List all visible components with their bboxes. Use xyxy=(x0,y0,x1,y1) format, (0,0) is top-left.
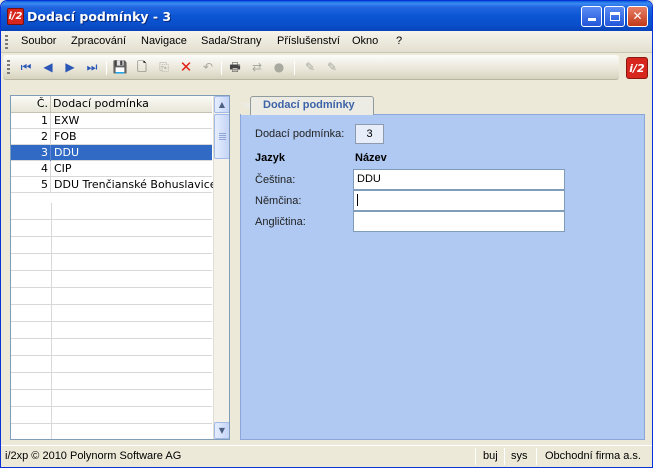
brand-logo: i/2 xyxy=(626,57,648,79)
condition-id-label: Dodací podmínka: xyxy=(255,128,345,140)
german-name-input[interactable] xyxy=(353,190,565,211)
first-record-icon[interactable]: ⏮ xyxy=(17,59,35,77)
tab-dodaci-podminky[interactable]: Dodací podmínky xyxy=(250,96,374,115)
status-separator xyxy=(536,448,537,465)
row-name: FOB xyxy=(54,130,77,143)
status-company: Obchodní firma a.s. xyxy=(545,450,641,462)
status-separator xyxy=(504,448,505,465)
close-icon: ✕ xyxy=(632,9,643,23)
grid-column-divider xyxy=(51,203,52,439)
new-record-icon[interactable]: 🗋 xyxy=(133,59,151,77)
tab-label: Dodací podmínky xyxy=(263,99,355,111)
close-button[interactable]: ✕ xyxy=(627,6,648,27)
row-number: 5 xyxy=(11,177,51,193)
status-database: sys xyxy=(511,450,528,462)
status-separator xyxy=(475,448,476,465)
previous-record-icon[interactable]: ◀ xyxy=(39,59,57,77)
czech-name-input[interactable]: DDU xyxy=(353,169,565,190)
edit-icon[interactable]: ✎ xyxy=(301,59,319,77)
menu-navigace[interactable]: Navigace xyxy=(141,35,187,47)
grid-rows: 1 EXW 2 FOB 3 DDU 4 CIP 5 DDU Trenčiansk… xyxy=(11,113,217,193)
app-logo-icon[interactable]: i/2 xyxy=(7,8,24,25)
thumb-grip-icon xyxy=(219,133,226,140)
status-user: buj xyxy=(483,450,498,462)
menu-sada-strany[interactable]: Sada/Strany xyxy=(201,35,262,47)
menu-bar: Soubor Zpracování Navigace Sada/Strany P… xyxy=(1,31,652,53)
menu-prislusenstvi[interactable]: Příslušenství xyxy=(277,35,340,47)
next-record-icon[interactable]: ▶ xyxy=(61,59,79,77)
grid-empty-rows[interactable] xyxy=(11,203,212,439)
row-number: 4 xyxy=(11,161,51,177)
row-number: 2 xyxy=(11,129,51,145)
menu-soubor[interactable]: Soubor xyxy=(21,35,56,47)
maximize-icon xyxy=(609,12,620,21)
toolbar-separator xyxy=(221,61,222,75)
link-icon[interactable]: ⇄ xyxy=(248,59,266,77)
toolbar-separator xyxy=(294,61,295,75)
detail-panel xyxy=(240,114,645,440)
save-icon[interactable]: 💾 xyxy=(111,59,129,77)
scroll-down-button[interactable]: ▼ xyxy=(214,422,229,439)
condition-id-field: 3 xyxy=(355,124,384,144)
toolbar-grip-handle[interactable] xyxy=(7,60,10,74)
minimize-icon xyxy=(587,18,596,21)
status-bar: i/2xp © 2010 Polynorm Software AG buj sy… xyxy=(1,445,652,467)
title-bar[interactable]: i/2 Dodací podmínky - 3 ✕ xyxy=(1,1,652,31)
chevron-up-icon: ▲ xyxy=(218,100,226,109)
menu-help[interactable]: ? xyxy=(396,35,402,47)
row-name: EXW xyxy=(54,114,80,127)
window-title: Dodací podmínky - 3 xyxy=(27,9,172,24)
conditions-grid: Č. Dodací podmínka 1 EXW 2 FOB 3 DDU 4 C… xyxy=(10,95,230,440)
grid-vertical-scrollbar[interactable]: ▲ ▼ xyxy=(213,96,229,439)
text-cursor xyxy=(357,194,358,207)
column-header-number[interactable]: Č. xyxy=(11,96,51,113)
application-window: i/2 Dodací podmínky - 3 ✕ Soubor Zpracov… xyxy=(0,0,653,468)
toolbar-strip: ⏮ ◀ ▶ ⏭ 💾 🗋 ⎘ ✕ ↶ 🖶 ⇄ ● ✎ ✎ xyxy=(3,55,619,80)
table-row[interactable]: 4 CIP xyxy=(11,161,212,177)
table-row[interactable]: 5 DDU Trenčianské Bohuslavice xyxy=(11,177,217,193)
column-language-heading: Jazyk xyxy=(255,152,285,164)
english-name-input[interactable] xyxy=(353,211,565,232)
status-copyright: i/2xp © 2010 Polynorm Software AG xyxy=(5,450,182,462)
table-row[interactable]: 2 FOB xyxy=(11,129,212,145)
scroll-up-button[interactable]: ▲ xyxy=(214,96,229,113)
print-icon[interactable]: 🖶 xyxy=(226,59,244,77)
column-name-heading: Název xyxy=(355,152,387,164)
minimize-button[interactable] xyxy=(581,6,602,27)
toolbar-separator xyxy=(106,61,107,75)
lock-icon[interactable]: ● xyxy=(270,59,288,77)
delete-record-icon[interactable]: ✕ xyxy=(177,59,195,77)
row-number: 1 xyxy=(11,113,51,129)
row-name: CIP xyxy=(54,162,72,175)
undo-icon[interactable]: ↶ xyxy=(199,59,217,77)
table-row-selected[interactable]: 3 DDU xyxy=(11,145,212,161)
maximize-button[interactable] xyxy=(604,6,625,27)
german-label: Němčina: xyxy=(255,195,302,207)
english-label: Angličtina: xyxy=(255,216,306,228)
last-record-icon[interactable]: ⏭ xyxy=(83,59,101,77)
row-number: 3 xyxy=(11,145,51,161)
column-header-name[interactable]: Dodací podmínka xyxy=(52,96,149,112)
chevron-down-icon: ▼ xyxy=(218,426,226,435)
menu-zpracovani[interactable]: Zpracování xyxy=(71,35,126,47)
menu-grip-handle[interactable] xyxy=(5,35,8,49)
row-name: DDU Trenčianské Bohuslavice xyxy=(54,178,217,191)
clear-icon[interactable]: ✎ xyxy=(323,59,341,77)
toolbar: ⏮ ◀ ▶ ⏭ 💾 🗋 ⎘ ✕ ↶ 🖶 ⇄ ● ✎ ✎ xyxy=(1,54,652,81)
scroll-thumb[interactable] xyxy=(214,114,229,159)
copy-record-icon[interactable]: ⎘ xyxy=(155,59,173,77)
table-row[interactable]: 1 EXW xyxy=(11,113,212,129)
row-name: DDU xyxy=(54,146,79,159)
menu-okno[interactable]: Okno xyxy=(352,35,378,47)
czech-label: Čeština: xyxy=(255,174,296,186)
grid-header: Č. Dodací podmínka xyxy=(11,96,212,113)
